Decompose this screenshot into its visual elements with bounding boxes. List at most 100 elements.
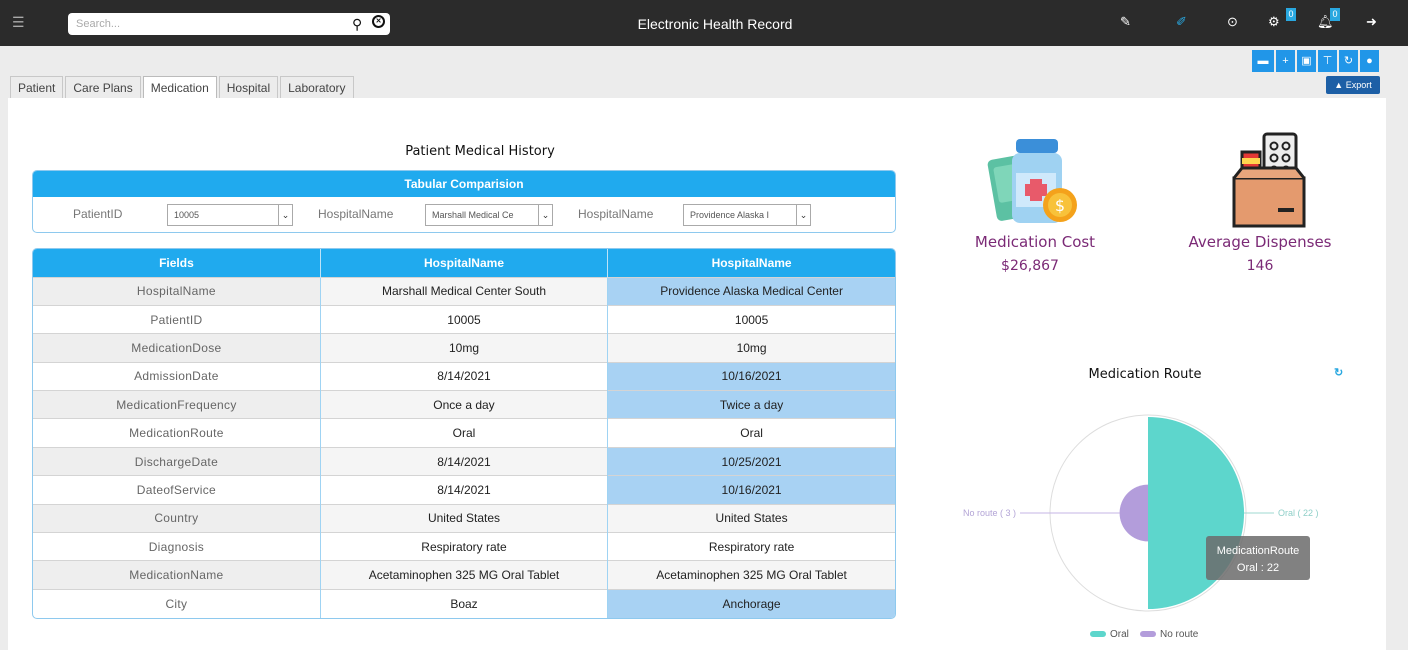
table-row: Diagnosis Respiratory rate Respiratory rat…	[33, 532, 895, 561]
chart-title: Medication Route	[1088, 367, 1202, 382]
row-field-name: DateofService	[33, 475, 321, 505]
logout-icon[interactable]: ➜	[1366, 14, 1377, 30]
row-hospital2-value: 10005	[607, 304, 895, 334]
notification-badge: 0	[1330, 8, 1340, 21]
row-field-name: PatientID	[33, 304, 321, 334]
search-box	[68, 13, 390, 35]
tab-hospital[interactable]: Hospital	[218, 76, 279, 98]
hospital1-label: HospitalName	[318, 207, 394, 221]
export-label: Export	[1345, 80, 1372, 90]
row-hospital2-value: 10/16/2021	[607, 475, 895, 505]
row-hospital1-value: 8/14/2021	[320, 361, 609, 391]
row-field-name: MedicationFrequency	[33, 390, 321, 419]
row-field-name: MedicationName	[33, 560, 321, 590]
svg-text:$: $	[1055, 196, 1065, 215]
row-hospital1-value: Acetaminophen 325 MG Oral Tablet	[320, 560, 609, 590]
settings-icon[interactable]: ⚙	[1268, 14, 1280, 30]
legend-label: No route	[1160, 629, 1199, 640]
medicine-bottle-icon: $	[987, 139, 1077, 223]
table-row: DischargeDate 8/14/2021 10/25/2021	[33, 446, 895, 476]
refresh-icon[interactable]: ↻	[1339, 50, 1358, 72]
table-row: MedicationRoute Oral Oral	[33, 418, 895, 448]
tab-patient[interactable]: Patient	[10, 76, 64, 98]
row-hospital2-value: 10mg	[607, 333, 895, 363]
hospital2-value: Providence Alaska I	[690, 210, 770, 220]
clear-search-icon[interactable]: ✕	[372, 15, 385, 28]
medication-route-chart: Oral ( 22 ) No route ( 3 ) MedicationRoute…	[963, 414, 1319, 640]
medicine-box-icon	[1232, 132, 1306, 228]
row-hospital1-value: 8/14/2021	[320, 446, 609, 476]
patient-id-value: 10005	[174, 210, 200, 220]
legend-swatch	[1140, 631, 1156, 637]
row-hospital1-value: Marshall Medical Center South	[320, 276, 609, 306]
menu-icon[interactable]: ☰	[12, 14, 28, 30]
row-hospital1-value: Boaz	[320, 588, 609, 618]
tab-care-plans[interactable]: Care Plans	[65, 76, 141, 98]
row-field-name: HospitalName	[33, 276, 321, 306]
hospital2-label: HospitalName	[578, 207, 654, 221]
chevron-down-icon: ⌄	[796, 205, 810, 225]
edit-icon[interactable]: ✐	[1176, 14, 1187, 30]
add-icon[interactable]: +	[1276, 50, 1295, 72]
wrench-icon[interactable]: ✎	[1120, 14, 1131, 30]
history-title: Patient Medical History	[405, 144, 555, 159]
row-hospital2-value: Oral	[607, 418, 895, 448]
column-header: HospitalName	[320, 249, 609, 277]
user-icon[interactable]: ●	[1360, 50, 1379, 72]
settings-badge: 0	[1286, 8, 1296, 21]
filter-icon[interactable]: ⊤	[1318, 50, 1337, 72]
hospital1-value: Marshall Medical Ce	[432, 210, 514, 220]
top-bar: ☰ ⚲ ✕ Electronic Health Record ✎ ✐ ⊙ ⚙ 0…	[0, 0, 1408, 46]
save-icon[interactable]: ▣	[1297, 50, 1316, 72]
hospital2-select[interactable]: Providence Alaska I ⌄	[683, 204, 811, 226]
app-title: Electronic Health Record	[637, 16, 793, 32]
data-label: Oral ( 22 )	[1278, 508, 1319, 518]
medication-cost-label: Medication Cost	[974, 233, 1096, 251]
row-hospital1-value: Oral	[320, 418, 609, 448]
row-hospital2-value: Providence Alaska Medical Center	[607, 276, 895, 306]
row-hospital2-value: 10/16/2021	[607, 361, 895, 391]
export-button[interactable]: ▲ Export	[1326, 76, 1380, 94]
row-hospital2-value: Twice a day	[607, 390, 895, 419]
tooltip-value: Oral : 22	[1237, 562, 1279, 574]
row-hospital1-value: Respiratory rate	[320, 532, 609, 561]
row-hospital2-value: 10/25/2021	[607, 446, 895, 476]
table-row: Country United States United States	[33, 503, 895, 533]
row-field-name: DischargeDate	[33, 446, 321, 476]
action-toolbar: ▬ + ▣ ⊤ ↻ ●	[1252, 50, 1379, 72]
column-header: HospitalName	[607, 249, 895, 277]
row-field-name: Diagnosis	[33, 532, 321, 561]
search-icon[interactable]: ⚲	[352, 16, 362, 32]
comparison-title: Tabular Comparision	[33, 171, 895, 197]
chevron-down-icon: ⌄	[278, 205, 292, 225]
row-field-name: City	[33, 588, 321, 618]
pie-slice	[1119, 484, 1148, 542]
table-row: City Boaz Anchorage	[33, 588, 895, 618]
chart-refresh-icon[interactable]: ↻	[1334, 366, 1343, 379]
table-row: MedicationFrequency Once a day Twice a day	[33, 390, 895, 419]
patient-id-select[interactable]: 10005 ⌄	[167, 204, 293, 226]
tab-laboratory[interactable]: Laboratory	[280, 76, 354, 98]
row-field-name: AdmissionDate	[33, 361, 321, 391]
tab-bar: Patient Care Plans Medication Hospital L…	[10, 76, 356, 98]
pie-slice	[1148, 416, 1245, 610]
comparison-controls: PatientID 10005 ⌄ HospitalName Marshall …	[33, 197, 895, 232]
table-row: HospitalName Marshall Medical Center Sout…	[33, 276, 895, 306]
table-header-row: Fields HospitalName HospitalName	[33, 249, 895, 277]
row-hospital1-value: 10005	[320, 304, 609, 334]
data-label: No route ( 3 )	[963, 508, 1016, 518]
row-hospital1-value: Once a day	[320, 390, 609, 419]
row-hospital2-value: Anchorage	[607, 588, 895, 618]
table-row: DateofService 8/14/2021 10/16/2021	[33, 475, 895, 505]
search-input[interactable]	[76, 16, 316, 32]
comparison-filter: Tabular Comparision PatientID 10005 ⌄ Ho…	[32, 170, 896, 233]
tab-medication[interactable]: Medication	[142, 76, 217, 98]
legend-swatch	[1090, 631, 1106, 637]
folder-icon[interactable]: ▬	[1252, 50, 1274, 72]
medication-cost-value: $26,867	[1001, 258, 1059, 274]
patient-id-label: PatientID	[73, 207, 123, 221]
help-icon[interactable]: ⊙	[1227, 14, 1238, 30]
table-row: MedicationName Acetaminophen 325 MG Oral …	[33, 560, 895, 590]
row-hospital1-value: 10mg	[320, 333, 609, 363]
hospital1-select[interactable]: Marshall Medical Ce ⌄	[425, 204, 553, 226]
